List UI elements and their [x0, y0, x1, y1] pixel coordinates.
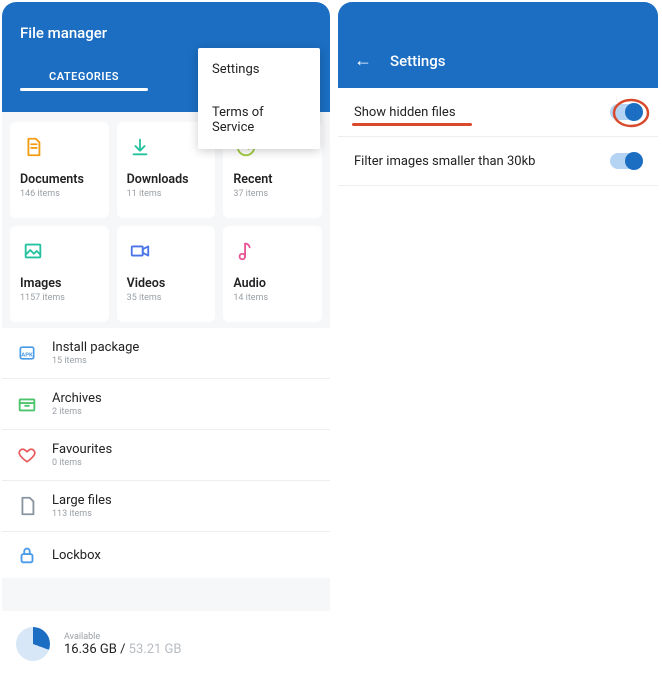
category-card-images[interactable]: Images 1157 items: [10, 226, 109, 322]
settings-row-1[interactable]: Filter images smaller than 30kb: [338, 137, 658, 186]
apk-icon: APK: [16, 342, 38, 364]
card-count: 1157 items: [20, 293, 99, 303]
settings-screen: ← Settings Show hidden files Filter imag…: [338, 2, 658, 679]
card-count: 14 items: [233, 293, 312, 303]
card-label: Audio: [233, 276, 312, 291]
annotation-underline: [352, 123, 472, 126]
list-item-favourites[interactable]: Favourites 0 items: [2, 430, 330, 481]
storage-text: Available 16.36 GB / 53.21 GB: [64, 632, 182, 657]
settings-row-0[interactable]: Show hidden files: [338, 88, 658, 137]
list-item-install-package[interactable]: APK Install package 15 items: [2, 328, 330, 379]
app-header: File manager CATEGORIES Settings Terms o…: [2, 2, 330, 112]
list-label: Lockbox: [52, 548, 101, 563]
back-icon[interactable]: ←: [354, 52, 372, 70]
category-card-documents[interactable]: Documents 146 items: [10, 122, 109, 218]
list-item-archives[interactable]: Archives 2 items: [2, 379, 330, 430]
lock-icon: [16, 544, 38, 566]
category-card-audio[interactable]: Audio 14 items: [223, 226, 322, 322]
archive-icon: [16, 393, 38, 415]
heart-icon: [16, 444, 38, 466]
card-count: 11 items: [127, 189, 206, 199]
card-count: 146 items: [20, 189, 99, 199]
list-count: 0 items: [52, 458, 112, 468]
card-count: 37 items: [233, 189, 312, 199]
list-item-large-files[interactable]: Large files 113 items: [2, 481, 330, 532]
list-count: 2 items: [52, 407, 102, 417]
settings-title: Settings: [390, 52, 446, 70]
storage-values: 16.36 GB / 53.21 GB: [64, 642, 182, 657]
storage-pie-icon: [16, 627, 50, 661]
storage-footer[interactable]: Available 16.36 GB / 53.21 GB: [2, 611, 330, 679]
storage-used: 16.36 GB: [64, 642, 117, 657]
image-icon: [20, 238, 46, 264]
list-label: Large files: [52, 493, 112, 508]
card-label: Videos: [127, 276, 206, 291]
card-label: Recent: [233, 172, 312, 187]
settings-list: Show hidden files Filter images smaller …: [338, 88, 658, 679]
list-label: Archives: [52, 391, 102, 406]
overflow-menu: Settings Terms of Service: [198, 48, 320, 149]
category-grid: Documents 146 items Downloads 11 items R…: [10, 122, 322, 322]
card-label: Downloads: [127, 172, 206, 187]
settings-label: Show hidden files: [354, 105, 456, 120]
menu-terms[interactable]: Terms of Service: [198, 91, 320, 149]
card-label: Documents: [20, 172, 99, 187]
tab-categories[interactable]: CATEGORIES: [2, 60, 166, 91]
list-label: Favourites: [52, 442, 112, 457]
settings-header: ← Settings: [338, 2, 658, 88]
music-icon: [233, 238, 259, 264]
secondary-list: APK Install package 15 items Archives 2 …: [2, 328, 330, 578]
list-count: 113 items: [52, 509, 112, 519]
file-manager-screen: File manager CATEGORIES Settings Terms o…: [2, 2, 330, 679]
category-card-videos[interactable]: Videos 35 items: [117, 226, 216, 322]
file-icon: [16, 495, 38, 517]
card-label: Images: [20, 276, 99, 291]
toggle-switch[interactable]: [610, 104, 642, 120]
list-count: 15 items: [52, 356, 139, 366]
toggle-switch[interactable]: [610, 153, 642, 169]
menu-settings[interactable]: Settings: [198, 48, 320, 91]
settings-label: Filter images smaller than 30kb: [354, 154, 535, 169]
storage-total: 53.21 GB: [129, 642, 182, 657]
list-item-lockbox[interactable]: Lockbox: [2, 532, 330, 578]
svg-text:APK: APK: [21, 352, 33, 358]
video-icon: [127, 238, 153, 264]
download-icon: [127, 134, 153, 160]
list-label: Install package: [52, 340, 139, 355]
card-count: 35 items: [127, 293, 206, 303]
storage-available-label: Available: [64, 632, 182, 642]
document-icon: [20, 134, 46, 160]
